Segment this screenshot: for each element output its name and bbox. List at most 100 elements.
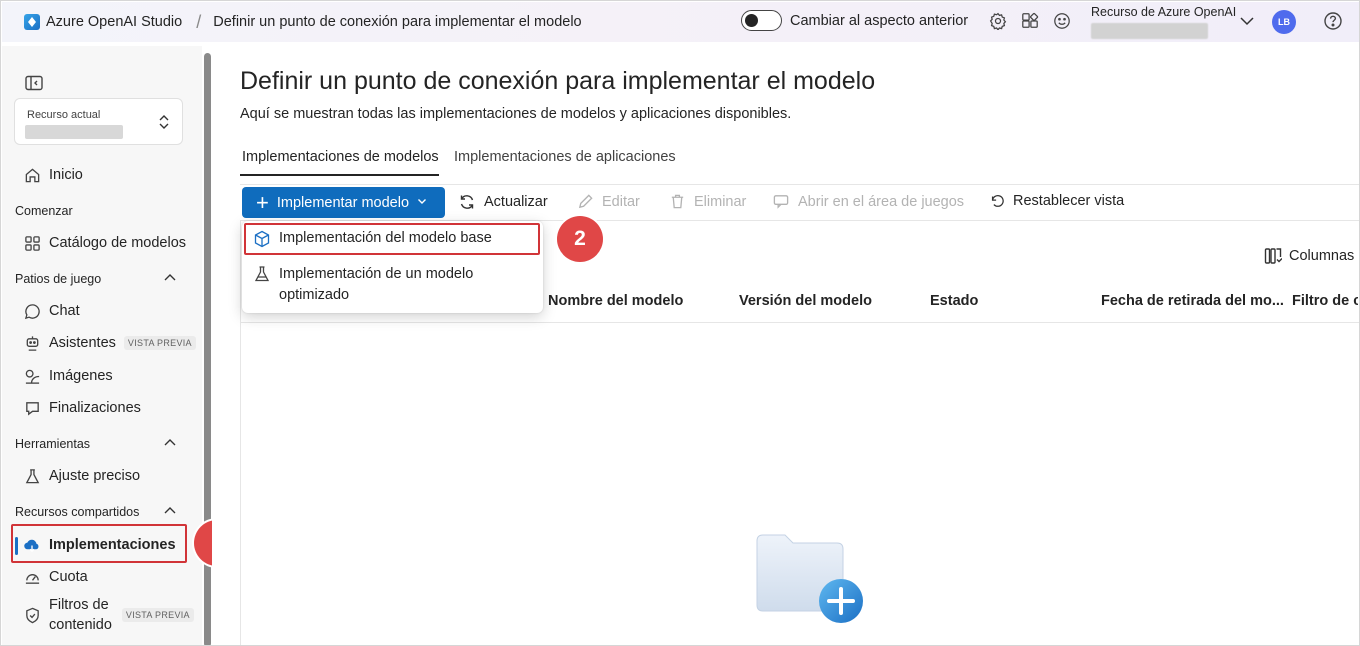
table-header-divider — [240, 322, 1359, 323]
refresh-icon — [458, 193, 476, 211]
open-playground-label: Abrir en el área de juegos — [798, 193, 965, 210]
resource-selector[interactable]: Recurso de Azure OpenAI — [1091, 5, 1236, 39]
page-title: Definir un punto de conexión para implem… — [240, 67, 876, 95]
column-header-content-filter[interactable]: Filtro de co — [1292, 293, 1358, 309]
refresh-button[interactable]: Actualizar — [458, 193, 548, 211]
menu-item-label-line2: optimizado — [279, 287, 350, 303]
sidebar-section-playgrounds: Patios de juego — [15, 272, 102, 286]
feedback-smiley-icon[interactable] — [1051, 10, 1073, 32]
chat-icon — [23, 302, 41, 320]
column-header-status[interactable]: Estado — [930, 293, 978, 309]
legacy-look-toggle[interactable]: Cambiar al aspecto anterior — [741, 10, 968, 31]
toggle-switch[interactable] — [741, 10, 782, 31]
toggle-label: Cambiar al aspecto anterior — [790, 12, 969, 29]
menu-item-finetuned-model[interactable]: Implementación de un modelo optimizado — [252, 264, 473, 306]
sidebar-item-chat[interactable]: Chat — [15, 299, 80, 323]
active-tab-underline — [240, 174, 439, 176]
sidebar-item-assistants[interactable]: Asistentes VISTA PREVIA — [15, 331, 196, 355]
trash-icon — [669, 193, 686, 210]
sidebar-item-label: Finalizaciones — [49, 400, 141, 416]
preview-badge: VISTA PREVIA — [121, 608, 194, 622]
section-collapse-chevron-icon[interactable] — [163, 271, 177, 288]
sidebar-item-label: Chat — [49, 303, 80, 319]
flask-icon — [252, 265, 272, 283]
assistant-bot-icon — [23, 334, 41, 352]
azure-openai-logo-icon — [24, 14, 40, 30]
column-header-model-name[interactable]: Nombre del modelo — [548, 293, 683, 309]
chevron-down-icon — [417, 196, 427, 209]
delete-label: Eliminar — [694, 193, 747, 210]
completions-icon — [23, 399, 41, 417]
deploy-model-button[interactable]: + Implementar modelo — [242, 187, 445, 218]
resource-selector-label: Recurso de Azure OpenAI — [1091, 5, 1237, 19]
user-avatar[interactable]: LB — [1272, 10, 1296, 34]
current-resource-picker[interactable]: Recurso actual — [14, 98, 183, 145]
breadcrumb-separator: / — [196, 11, 202, 32]
current-resource-label: Recurso actual — [27, 109, 101, 121]
sidebar-item-label: Inicio — [49, 167, 83, 183]
app-window: Azure OpenAI Studio / Definir un punto d… — [0, 0, 1360, 646]
reset-view-label: Restablecer vista — [1013, 193, 1125, 209]
app-brand[interactable]: Azure OpenAI Studio — [24, 14, 182, 30]
reset-view-button[interactable]: Restablecer vista — [989, 193, 1124, 209]
sidebar-item-label: Ajuste preciso — [49, 468, 141, 484]
step2-callout: 2 — [557, 216, 603, 262]
sidebar-item-label: Imágenes — [49, 368, 113, 384]
breadcrumb-current: Definir un punto de conexión para implem… — [213, 14, 582, 30]
images-icon — [23, 367, 41, 385]
current-resource-redacted — [25, 125, 123, 139]
playground-chat-icon — [772, 193, 790, 210]
toolbar-divider-top — [240, 184, 1359, 185]
tab-app-deployments[interactable]: Implementaciones de aplicaciones — [454, 149, 676, 165]
app-title: Azure OpenAI Studio — [46, 14, 183, 30]
edit-label: Editar — [602, 193, 640, 210]
menu-item-label-line1: Implementación de un modelo — [279, 266, 474, 282]
sidebar-item-model-catalog[interactable]: Catálogo de modelos — [15, 231, 186, 255]
tab-model-deployments[interactable]: Implementaciones de modelos — [242, 149, 439, 165]
apps-icon[interactable] — [1019, 10, 1041, 32]
updown-chevron-icon — [158, 114, 170, 133]
sidebar-section-tools: Herramientas — [15, 437, 91, 451]
collapse-sidebar-icon[interactable] — [25, 75, 43, 94]
open-playground-button[interactable]: Abrir en el área de juegos — [772, 193, 964, 210]
resource-chevron-down-icon[interactable] — [1239, 13, 1255, 32]
edit-button[interactable]: Editar — [577, 193, 640, 210]
sidebar-section-shared: Recursos compartidos — [15, 505, 140, 519]
quota-icon — [23, 568, 41, 586]
empty-folder-add-icon — [756, 534, 863, 623]
resource-name-redacted — [1091, 23, 1208, 39]
settings-gear-icon[interactable] — [987, 10, 1009, 32]
pencil-icon — [577, 193, 594, 210]
sidebar-item-home[interactable]: Inicio — [15, 163, 83, 187]
help-icon[interactable] — [1323, 11, 1343, 34]
sidebar-item-label: Catálogo de modelos — [49, 235, 187, 251]
reset-undo-icon — [989, 193, 1005, 209]
step1-highlight-box — [11, 524, 187, 563]
column-header-retirement-date[interactable]: Fecha de retirada del mo... — [1101, 293, 1284, 309]
column-header-model-version[interactable]: Versión del modelo — [739, 293, 872, 309]
plus-icon: + — [256, 189, 269, 215]
content-filters-line1: Filtros de — [49, 597, 109, 613]
step2-highlight-box — [244, 223, 540, 255]
page-subtitle: Aquí se muestran todas las implementacio… — [240, 106, 792, 122]
sidebar-item-quota[interactable]: Cuota — [15, 565, 88, 589]
columns-label: Columnas — [1289, 248, 1355, 264]
content-filters-line2: contenido — [49, 617, 112, 633]
sidebar-item-completions[interactable]: Finalizaciones — [15, 396, 141, 420]
delete-button[interactable]: Eliminar — [669, 193, 746, 210]
sidebar-item-images[interactable]: Imágenes — [15, 364, 113, 388]
preview-badge: VISTA PREVIA — [123, 336, 196, 350]
section-collapse-chevron-icon[interactable] — [163, 436, 177, 453]
catalog-icon — [23, 234, 41, 252]
flask-icon — [23, 467, 41, 485]
panel-border — [240, 220, 241, 645]
content-filters-label: Filtros de contenido — [49, 595, 112, 635]
section-collapse-chevron-icon[interactable] — [163, 504, 177, 521]
sidebar-section-start: Comenzar — [15, 204, 73, 218]
sidebar-item-label: Cuota — [49, 569, 88, 585]
columns-icon — [1264, 247, 1282, 265]
sidebar-item-content-filters[interactable]: Filtros de contenido VISTA PREVIA — [15, 595, 194, 635]
columns-button[interactable]: Columnas — [1264, 247, 1354, 265]
sidebar-item-label: Asistentes — [49, 335, 116, 351]
sidebar-item-fine-tuning[interactable]: Ajuste preciso — [15, 464, 140, 488]
